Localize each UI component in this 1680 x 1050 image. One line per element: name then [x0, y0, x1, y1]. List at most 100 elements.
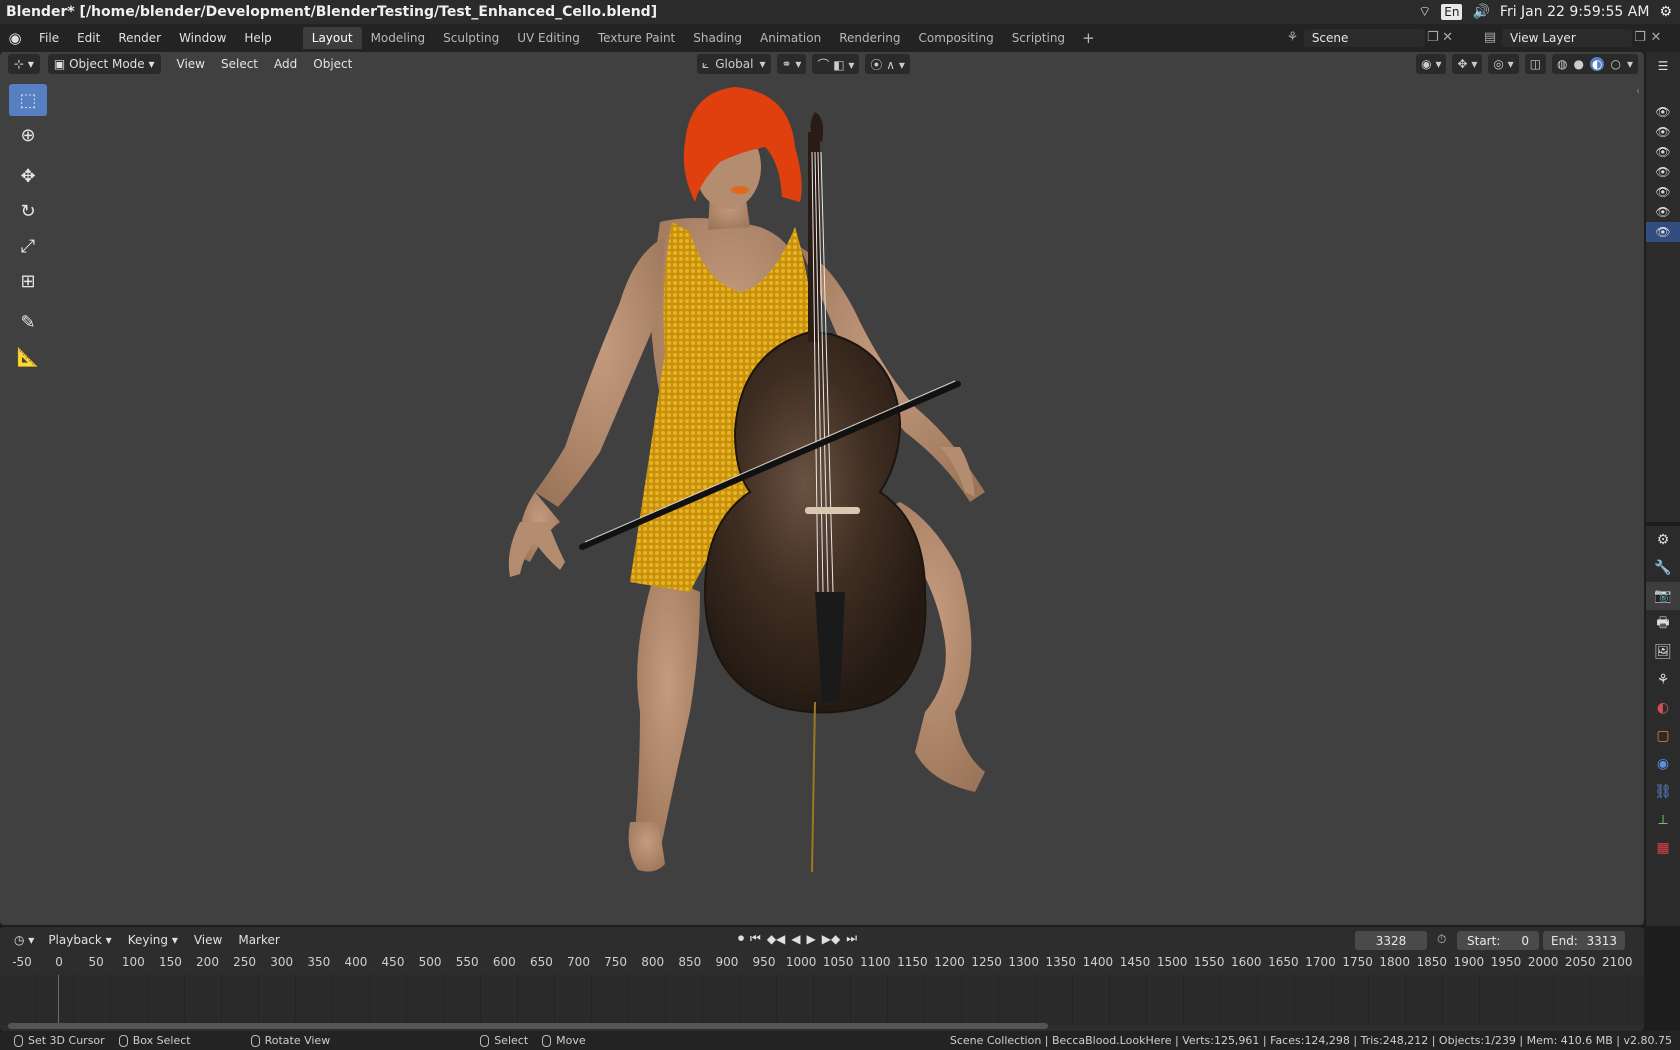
scene-properties-icon[interactable]: ⚘: [1646, 666, 1680, 694]
frame-zero-marker: [58, 975, 59, 1025]
world-properties-icon[interactable]: ◐: [1646, 694, 1680, 722]
menu-help[interactable]: Help: [235, 31, 280, 45]
view-layer-icon[interactable]: ▤: [1482, 30, 1498, 45]
add-workspace-icon[interactable]: +: [1074, 29, 1103, 47]
view-layer-name-field[interactable]: View Layer: [1502, 28, 1632, 47]
hint-text: Set 3D Cursor: [28, 1034, 105, 1047]
new-scene-icon[interactable]: ❐: [1425, 30, 1440, 45]
ruler-tick-label: 1750: [1342, 955, 1373, 969]
visibility-eye-icon[interactable]: 👁: [1646, 162, 1680, 182]
scene-icon[interactable]: ⚘: [1285, 30, 1300, 45]
language-indicator[interactable]: En: [1441, 4, 1463, 20]
visibility-eye-icon[interactable]: 👁: [1646, 122, 1680, 142]
delete-view-layer-icon[interactable]: ✕: [1648, 30, 1664, 45]
visibility-eye-icon[interactable]: 👁: [1646, 222, 1680, 242]
mouse-drag-right-icon: [542, 1034, 552, 1047]
view-layer-selector[interactable]: ▤ View Layer ❐ ✕: [1482, 27, 1677, 48]
tab-uv-editing[interactable]: UV Editing: [508, 27, 589, 49]
end-value: 3313: [1586, 933, 1617, 948]
ruler-tick-label: 1300: [1008, 955, 1039, 969]
jump-end-icon[interactable]: ⏭: [846, 931, 857, 946]
jump-start-icon[interactable]: ⏮: [750, 931, 761, 946]
ruler-tick-label: 1000: [785, 955, 817, 969]
tab-scripting[interactable]: Scripting: [1003, 27, 1074, 49]
ruler-tick-label: 1350: [1045, 955, 1077, 969]
current-frame-field[interactable]: 3328: [1355, 931, 1427, 950]
timeline-scrollbar[interactable]: [8, 1023, 1048, 1029]
tab-layout[interactable]: Layout: [302, 27, 362, 49]
tool-properties-icon[interactable]: 🔧: [1646, 554, 1680, 582]
object-data-properties-icon[interactable]: ⟂: [1646, 806, 1680, 834]
ruler-tick-label: 1800: [1379, 955, 1410, 969]
menu-render[interactable]: Render: [109, 31, 170, 45]
properties-editor-icon[interactable]: ⚙: [1646, 526, 1680, 554]
menu-file[interactable]: File: [30, 31, 68, 45]
record-icon[interactable]: ⏺: [738, 931, 744, 946]
tab-sculpting[interactable]: Sculpting: [434, 27, 508, 49]
timeline-menu-view[interactable]: View: [186, 933, 230, 947]
ruler-tick-label: 1650: [1268, 955, 1299, 969]
tab-texture-paint[interactable]: Texture Paint: [589, 27, 684, 49]
ruler-tick-label: 700: [567, 955, 590, 969]
visibility-eye-icon[interactable]: 👁: [1646, 102, 1680, 122]
start-frame-field[interactable]: Start: 0: [1457, 931, 1539, 950]
wifi-icon[interactable]: ⌔: [1418, 3, 1431, 21]
menu-edit[interactable]: Edit: [68, 31, 109, 45]
tab-shading[interactable]: Shading: [684, 27, 751, 49]
end-label: End:: [1551, 933, 1578, 948]
texture-properties-icon[interactable]: ▦: [1646, 834, 1680, 862]
timeline-editor[interactable]: ◷ ▾ Playback ▾ Keying ▾ View Marker ⏺ ⏮ …: [0, 927, 1644, 1031]
ruler-tick-label: 300: [270, 955, 294, 969]
ruler-tick-label: 650: [529, 955, 553, 969]
visibility-eye-icon[interactable]: 👁: [1646, 142, 1680, 162]
status-hint-set-cursor: Set 3D Cursor: [14, 1034, 105, 1047]
clock[interactable]: Fri Jan 22 9:59:55 AM: [1500, 4, 1650, 20]
volume-icon[interactable]: 🔊: [1472, 4, 1489, 20]
new-view-layer-icon[interactable]: ❐: [1632, 30, 1648, 45]
tab-animation[interactable]: Animation: [751, 27, 830, 49]
visibility-eye-icon[interactable]: 👁: [1646, 182, 1680, 202]
render-properties-icon[interactable]: 📷: [1646, 582, 1680, 610]
timeline-menu-marker[interactable]: Marker: [230, 933, 287, 947]
ruler-tick-label: 1600: [1231, 955, 1262, 969]
settings-gear-icon[interactable]: ⚙: [1659, 4, 1672, 20]
tab-compositing[interactable]: Compositing: [909, 27, 1002, 49]
tab-modeling[interactable]: Modeling: [362, 27, 435, 49]
outliner-editor-icon[interactable]: ☰: [1646, 52, 1680, 80]
play-reverse-icon[interactable]: ◀: [791, 932, 800, 946]
constraints-properties-icon[interactable]: ⛓: [1646, 778, 1680, 806]
3d-viewport[interactable]: ⊹ ▾ ▣ Object Mode ▾ View Select Add Obje…: [0, 52, 1644, 925]
ruler-tick-label: 50: [88, 955, 104, 969]
prev-keyframe-icon[interactable]: ◆◀: [767, 932, 785, 946]
next-keyframe-icon[interactable]: ▶◆: [822, 932, 840, 946]
ruler-tick-label: 2050: [1564, 955, 1596, 969]
menu-window[interactable]: Window: [170, 31, 235, 45]
collapse-sidebar-icon[interactable]: ‹: [1636, 86, 1640, 97]
physics-properties-icon[interactable]: ◉: [1646, 750, 1680, 778]
scene-render[interactable]: [0, 52, 1644, 925]
mouse-right-icon: [480, 1034, 490, 1047]
delete-scene-icon[interactable]: ✕: [1440, 30, 1455, 45]
blender-logo-icon[interactable]: ◉: [0, 29, 30, 47]
ruler-tick-label: 600: [492, 955, 516, 969]
view-layer-properties-icon[interactable]: 🖼: [1646, 638, 1680, 666]
os-top-bar: Blender* [/home/blender/Development/Blen…: [0, 0, 1680, 24]
timeline-editor-type-button[interactable]: ◷ ▾: [8, 930, 40, 950]
stopwatch-icon[interactable]: ⏱: [1437, 932, 1446, 947]
play-icon[interactable]: ▶: [807, 932, 816, 946]
object-properties-icon[interactable]: ▢: [1646, 722, 1680, 750]
timeline-menu-keying[interactable]: Keying ▾: [120, 933, 186, 947]
scene-name-field[interactable]: Scene: [1303, 28, 1426, 47]
timeline-track[interactable]: [0, 975, 1644, 1025]
playback-controls: ⏺ ⏮ ◆◀ ◀ ▶ ▶◆ ⏭: [738, 931, 857, 946]
tab-rendering[interactable]: Rendering: [830, 27, 909, 49]
end-frame-field[interactable]: End: 3313: [1543, 931, 1625, 950]
timeline-menu-playback[interactable]: Playback ▾: [40, 933, 119, 947]
scene-selector[interactable]: ⚘ Scene ❐ ✕: [1285, 27, 1455, 48]
output-properties-icon[interactable]: 🖶: [1646, 610, 1680, 638]
visibility-eye-icon[interactable]: 👁: [1646, 202, 1680, 222]
ruler-tick-label: 0: [55, 955, 63, 969]
mouse-drag-icon: [118, 1034, 128, 1047]
frame-ruler[interactable]: -50 0 50 100 150 200 250 300 350 400 450 500 550 600 6…: [0, 955, 1644, 975]
blender-top-bar: ◉ File Edit Render Window Help Layout Mo…: [0, 24, 1680, 52]
